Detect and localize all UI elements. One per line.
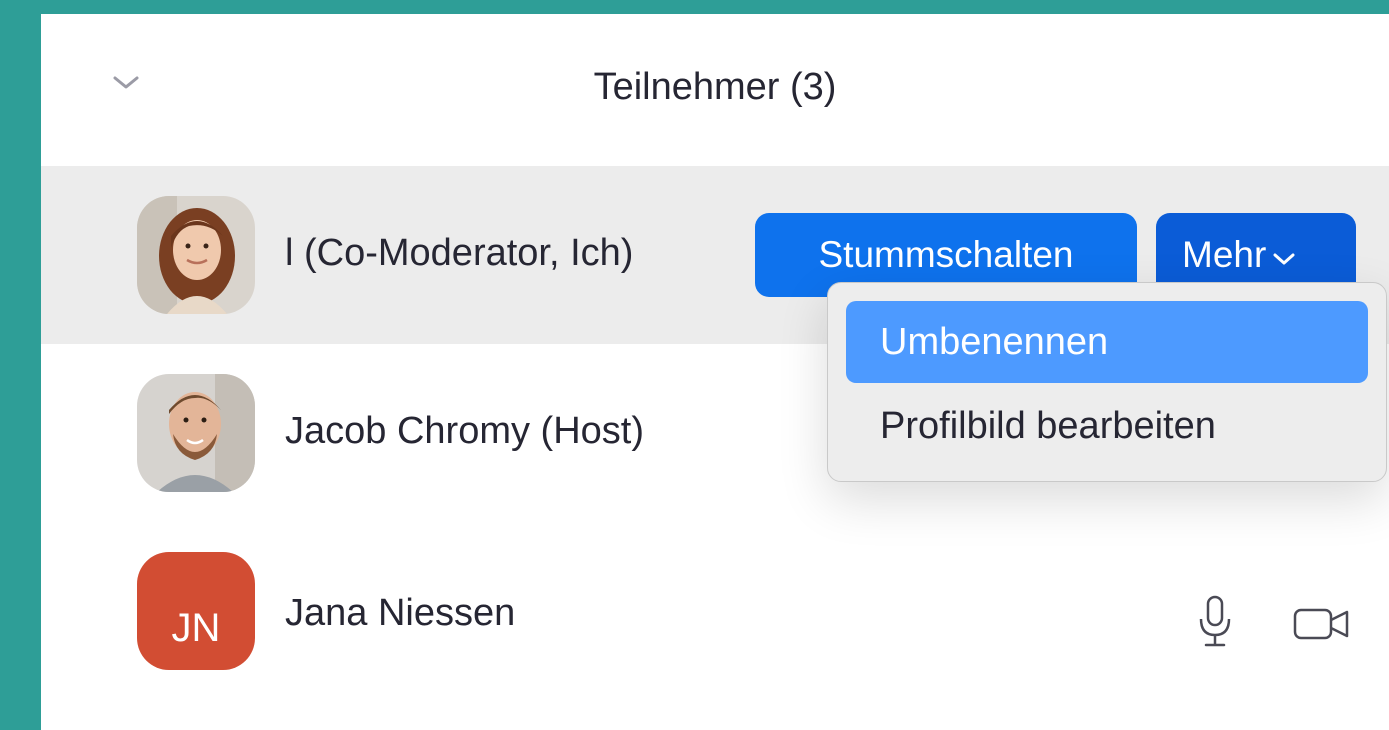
avatar-initials: JN (171, 606, 221, 650)
participant-name: l (Co-Moderator, Ich) (285, 232, 634, 274)
more-menu: Umbenennen Profilbild bearbeiten (827, 282, 1387, 482)
participants-panel: Teilnehmer (3) l (Co-Moderator, Ich) Stu… (41, 14, 1389, 730)
video-camera-icon[interactable] (1293, 608, 1351, 645)
menu-item-edit-profile-picture[interactable]: Profilbild bearbeiten (846, 385, 1368, 467)
participant-name: Jana Niessen (285, 592, 516, 634)
chevron-down-icon (1272, 234, 1296, 276)
avatar: JN (137, 552, 255, 670)
more-button-label: Mehr (1182, 234, 1267, 275)
avatar (137, 196, 255, 314)
menu-item-rename[interactable]: Umbenennen (846, 301, 1368, 383)
microphone-icon[interactable] (1197, 594, 1233, 655)
participant-row[interactable]: JN Jana Niessen (41, 544, 1389, 712)
panel-title: Teilnehmer (3) (593, 66, 837, 108)
panel-header: Teilnehmer (3) (41, 14, 1389, 166)
avatar (137, 374, 255, 492)
participant-name: Jacob Chromy (Host) (285, 410, 644, 452)
